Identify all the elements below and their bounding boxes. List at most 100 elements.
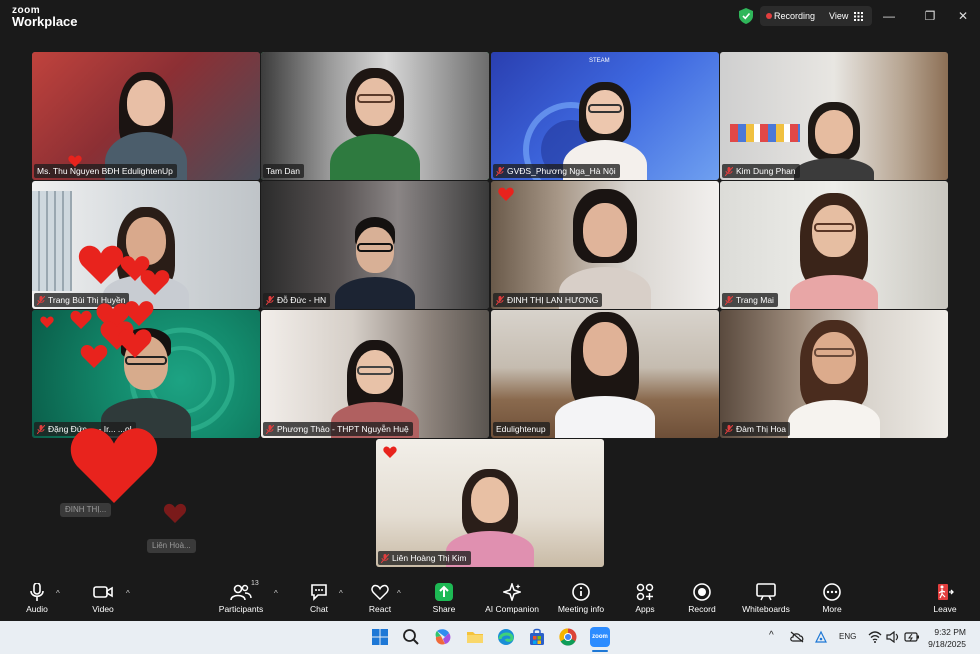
system-clock[interactable]: 9:32 PM 9/18/2025 [928, 626, 966, 650]
recording-indicator[interactable]: Recording [774, 11, 815, 21]
mic-muted-icon [725, 295, 733, 305]
participant-name-label: Đàm Thị Hoa [722, 422, 790, 436]
video-camera-icon [93, 586, 113, 598]
apps-button[interactable]: Apps [628, 581, 662, 619]
ai-companion-button[interactable]: AI Companion [481, 581, 543, 619]
participants-icon [230, 584, 252, 601]
copilot-icon[interactable] [433, 627, 453, 647]
audio-options-chevron-icon[interactable]: ^ [56, 589, 60, 598]
heart-reaction-icon [140, 270, 170, 295]
clock-time: 9:32 PM [934, 627, 966, 637]
video-tile[interactable]: Đỗ Đức - HN [261, 181, 489, 309]
video-tile[interactable]: Phương Thảo - THPT Nguyễn Huệ [261, 310, 489, 438]
office-window-background [32, 191, 72, 291]
meeting-info-button[interactable]: Meeting info [553, 581, 609, 619]
video-button[interactable]: Video [86, 581, 120, 619]
participants-button[interactable]: Participants [212, 581, 270, 619]
video-label: Video [92, 604, 114, 614]
steam-logo: STEAM [589, 58, 610, 64]
heart-outline-icon [371, 584, 389, 601]
whiteboards-button[interactable]: Whiteboards [738, 581, 794, 619]
battery-icon[interactable] [904, 631, 920, 643]
video-tile[interactable]: Đàm Thị Hoa [720, 310, 948, 438]
participants-count-badge: 13 [251, 580, 259, 587]
whiteboards-label: Whiteboards [742, 604, 790, 614]
mic-muted-icon [381, 553, 389, 563]
heart-reaction-icon [78, 245, 124, 284]
close-window-button[interactable]: ✕ [956, 9, 970, 23]
heart-reaction-icon [498, 187, 514, 201]
participant-name-label: Đỗ Đức - HN [263, 293, 331, 307]
participants-label: Participants [218, 604, 264, 614]
edge-browser-icon[interactable] [496, 627, 516, 647]
recording-dot-icon [766, 13, 772, 19]
more-button[interactable]: More [815, 581, 849, 619]
apps-icon [636, 583, 654, 601]
zoom-app-icon[interactable]: zoom [590, 627, 610, 647]
meeting-toolbar: Audio ^ Video ^ Participants 13 ^ Chat ^… [0, 577, 980, 621]
video-tile[interactable]: Edulightenup [491, 310, 719, 438]
heart-reaction-icon [40, 316, 54, 328]
record-button[interactable]: Record [684, 581, 720, 619]
participant-video [545, 312, 665, 438]
reaction-sender-label: Liên Hoà... [147, 539, 196, 553]
search-icon[interactable] [401, 627, 421, 647]
participant-name-label: Tam Dan [263, 164, 305, 178]
chat-options-chevron-icon[interactable]: ^ [339, 589, 343, 598]
share-button[interactable]: Share [427, 581, 461, 619]
minimize-button[interactable]: — [882, 9, 896, 23]
whiteboard-icon [756, 583, 776, 601]
react-options-chevron-icon[interactable]: ^ [397, 589, 401, 598]
microsoft-store-icon[interactable] [527, 627, 547, 647]
video-tile[interactable]: ĐINH THỊ LAN HƯƠNG [491, 181, 719, 309]
more-dots-icon [823, 583, 841, 601]
leave-meeting-button[interactable]: Leave [928, 581, 962, 619]
volume-icon[interactable] [886, 631, 900, 643]
audio-button[interactable]: Audio [20, 581, 54, 619]
mic-muted-icon [725, 424, 733, 434]
windows-start-icon[interactable] [370, 627, 390, 647]
participant-name-label: Trang Mai [722, 293, 778, 307]
zoom-meeting-window: zoom Workplace Recording View — ❐ ✕ Ms. … [0, 0, 980, 654]
restore-button[interactable]: ❐ [923, 9, 937, 23]
record-icon [693, 583, 711, 601]
title-bar: zoom Workplace Recording View — ❐ ✕ [0, 0, 980, 32]
cloud-offline-icon[interactable] [790, 631, 804, 643]
heart-reaction-icon [68, 155, 82, 167]
video-options-chevron-icon[interactable]: ^ [126, 589, 130, 598]
grid-view-icon[interactable] [854, 12, 863, 21]
video-tile[interactable]: Trang Mai [720, 181, 948, 309]
location-network-icon[interactable] [814, 630, 828, 644]
wifi-icon[interactable] [868, 631, 882, 643]
heart-reaction-icon [118, 329, 152, 358]
video-tile[interactable]: Liên Hoàng Thị Kim [376, 439, 604, 567]
participant-name-label: Liên Hoàng Thị Kim [378, 551, 471, 565]
input-language-indicator[interactable]: ENG [839, 632, 856, 641]
chat-button[interactable]: Chat [302, 581, 336, 619]
info-icon [572, 583, 590, 601]
mic-muted-icon [496, 295, 504, 305]
video-tile[interactable]: Kim Dung Phan [720, 52, 948, 180]
video-tile[interactable]: Ms. Thu Nguyen BĐH EdulightenUp [32, 52, 260, 180]
share-label: Share [432, 604, 456, 614]
participants-options-chevron-icon[interactable]: ^ [274, 589, 278, 598]
chrome-browser-icon[interactable] [558, 627, 578, 647]
heart-reaction-icon [70, 428, 158, 503]
show-hidden-icons-chevron-icon[interactable]: ^ [769, 630, 774, 641]
video-tile[interactable]: STEAM GVĐS_Phương Nga_Hà Nội [491, 52, 719, 180]
ai-companion-label: AI Companion [485, 604, 539, 614]
view-button[interactable]: View [829, 11, 848, 21]
audio-label: Audio [26, 604, 48, 614]
react-button[interactable]: React [362, 581, 398, 619]
recording-view-pill: Recording View [760, 6, 872, 26]
video-tile-active-speaker[interactable]: Tam Dan [261, 52, 489, 180]
chat-bubble-icon [311, 584, 327, 601]
heart-reaction-icon [163, 503, 187, 523]
record-label: Record [688, 604, 716, 614]
participant-name-label: ĐINH THỊ LAN HƯƠNG [493, 293, 603, 307]
file-explorer-icon[interactable] [465, 627, 485, 647]
windows-taskbar: zoom ^ ENG 9:32 PM 9/18/2025 [0, 621, 980, 654]
security-shield-icon[interactable] [739, 8, 753, 24]
meeting-info-label: Meeting info [557, 604, 605, 614]
clock-date: 9/18/2025 [928, 639, 966, 649]
